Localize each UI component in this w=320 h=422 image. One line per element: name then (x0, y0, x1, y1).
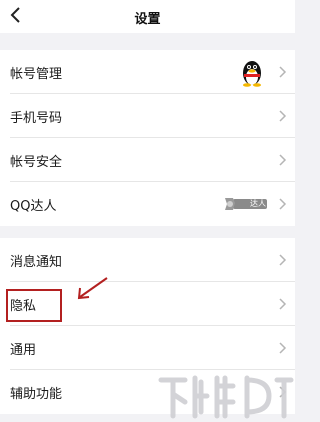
settings-item-label: QQ达人 (10, 198, 57, 214)
chevron-right-icon (279, 110, 287, 122)
chevron-right-icon (279, 198, 287, 210)
settings-item-notifications[interactable]: 消息通知 (0, 238, 295, 282)
account-settings-group: 帐号管理 手机号码 帐号安全 QQ达人 达人 (0, 50, 295, 226)
settings-item-account-management[interactable]: 帐号管理 (0, 50, 295, 94)
chevron-right-icon (279, 298, 287, 310)
settings-item-label: 帐号管理 (10, 66, 63, 82)
settings-item-label: 手机号码 (10, 110, 63, 126)
qq-penguin-avatar-icon (243, 61, 261, 87)
settings-item-general[interactable]: 通用 (0, 326, 295, 370)
daren-badge-label: 达人 (250, 199, 266, 208)
page-title: 设置 (134, 12, 161, 27)
settings-item-label: 辅助功能 (10, 386, 63, 402)
settings-item-label: 消息通知 (10, 254, 63, 270)
settings-item-account-security[interactable]: 帐号安全 (0, 138, 295, 182)
chevron-right-icon (279, 66, 287, 78)
nav-bar: 设置 (0, 0, 295, 33)
chevron-right-icon (279, 342, 287, 354)
settings-item-phone-number[interactable]: 手机号码 (0, 94, 295, 138)
privacy-highlight-box (6, 289, 62, 322)
site-watermark-logo (158, 375, 294, 419)
settings-item-qq-daren[interactable]: QQ达人 达人 (0, 182, 295, 226)
chevron-right-icon (279, 154, 287, 166)
chevron-right-icon (279, 254, 287, 266)
settings-item-label: 帐号安全 (10, 154, 63, 170)
annotation-arrow-icon (77, 277, 108, 300)
settings-item-label: 通用 (10, 342, 37, 358)
